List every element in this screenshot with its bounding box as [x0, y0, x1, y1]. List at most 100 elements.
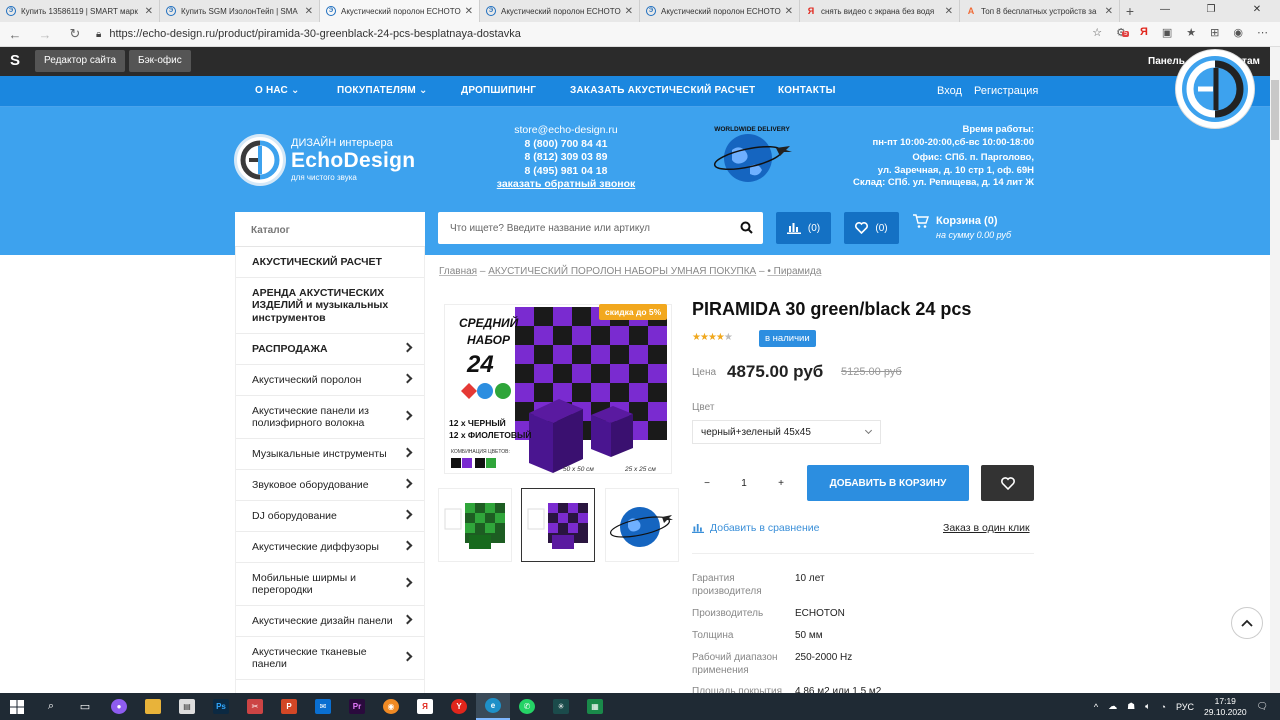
whatsapp-icon[interactable]: ✆: [510, 693, 544, 720]
yandex-icon[interactable]: Я: [408, 693, 442, 720]
app-orange-icon[interactable]: ◉: [374, 693, 408, 720]
qty-input[interactable]: 1: [729, 478, 759, 489]
bookmark-star-icon[interactable]: ☆: [1092, 26, 1102, 39]
extension-icon[interactable]: ⚙ 5: [1116, 26, 1130, 39]
wifi-icon[interactable]: ◔: [1161, 702, 1166, 712]
premiere-icon[interactable]: Pr: [340, 693, 374, 720]
volume-icon[interactable]: 🔈︎: [1145, 701, 1150, 712]
tray-app-icon[interactable]: ☗: [1127, 701, 1135, 712]
product-main-image[interactable]: СРЕДНИЙ НАБОР 24 12 х ЧЕРНЫЙ 12 х ФИОЛЕТ…: [444, 304, 672, 474]
scrollbar-thumb[interactable]: [1271, 80, 1279, 140]
page-scrollbar[interactable]: [1270, 47, 1280, 693]
one-click-order-link[interactable]: Заказ в один клик: [943, 522, 1030, 534]
tray-chevron-icon[interactable]: ^: [1094, 702, 1098, 712]
browser-tab[interactable]: Э Купить 13586119 | SMART марк ✕: [0, 0, 160, 22]
product-thumbnail-purple[interactable]: [521, 488, 595, 562]
browser-tab[interactable]: Э Акустический поролон ECHOTO ✕: [640, 0, 800, 22]
sidebar-item[interactable]: Акустические дизайн панели: [236, 606, 424, 637]
search-icon[interactable]: [740, 221, 753, 234]
breadcrumb-current[interactable]: • Пирамида: [767, 266, 821, 277]
echo-design-logo-icon[interactable]: [234, 134, 286, 186]
restore-icon[interactable]: ❐: [1188, 0, 1234, 22]
qty-plus-button[interactable]: +: [766, 478, 796, 489]
task-view-icon[interactable]: ▭: [68, 693, 102, 720]
breadcrumb-home[interactable]: Главная: [439, 266, 477, 277]
nav-dropshipping[interactable]: ДРОПШИПИНГ: [461, 85, 536, 96]
phone-2[interactable]: 8 (812) 309 03 89: [496, 151, 636, 165]
back-office-button[interactable]: Бэк-офис: [129, 50, 191, 72]
close-tab-icon[interactable]: ✕: [945, 6, 953, 17]
back-icon[interactable]: ←: [0, 27, 30, 42]
browser-tab[interactable]: Яснять видео с экрана без водя ✕: [800, 0, 960, 22]
yandex-extension-icon[interactable]: Я: [1140, 26, 1148, 39]
sidebar-item[interactable]: АКУСТИЧЕСКИЙ РАСЧЕТ: [236, 247, 424, 278]
powerpoint-icon[interactable]: P: [272, 693, 306, 720]
clock[interactable]: 17:19 29.10.2020: [1204, 696, 1247, 718]
sidebar-item[interactable]: Звуковое оборудование: [236, 470, 424, 501]
browser-tab[interactable]: Э Акустический поролон ECHOTO ✕: [480, 0, 640, 22]
browser-tab[interactable]: A Топ 8 бесплатных устройств за ✕: [960, 0, 1120, 22]
color-select[interactable]: черный+зеленый 45х45: [692, 420, 881, 444]
reload-icon[interactable]: ↻: [60, 26, 90, 42]
site-builder-logo-icon[interactable]: S: [6, 52, 24, 71]
register-link[interactable]: Регистрация: [974, 85, 1038, 97]
app-green-icon[interactable]: ▦: [578, 693, 612, 720]
search-icon[interactable]: ⌕: [34, 693, 68, 720]
file-explorer-icon[interactable]: [136, 693, 170, 720]
search-input[interactable]: [450, 212, 730, 244]
phone-1[interactable]: 8 (800) 700 84 41: [496, 138, 636, 152]
close-tab-icon[interactable]: ✕: [785, 6, 793, 17]
sidebar-item[interactable]: Акустический поролон: [236, 365, 424, 396]
sidebar-item[interactable]: РАСПРОДАЖА: [236, 334, 424, 365]
sidebar-item[interactable]: Мобильные ширмы и перегородки: [236, 563, 424, 606]
sidebar-item[interactable]: Музыкальные инструменты: [236, 439, 424, 470]
add-to-cart-button[interactable]: ДОБАВИТЬ В КОРЗИНУ: [807, 465, 969, 501]
product-thumbnail-green[interactable]: [438, 488, 512, 562]
app-icon[interactable]: ✂: [238, 693, 272, 720]
sidebar-item[interactable]: АРЕНДА АКУСТИЧЕСКИХ ИЗДЕЛИЙ и музыкальны…: [236, 278, 424, 334]
close-window-icon[interactable]: ✕: [1234, 0, 1280, 22]
sidebar-item[interactable]: DJ оборудование: [236, 501, 424, 532]
profile-icon[interactable]: ◉: [1233, 26, 1243, 39]
phone-3[interactable]: 8 (495) 981 04 18: [496, 165, 636, 179]
cart-link[interactable]: Корзина (0): [936, 215, 998, 227]
language-indicator[interactable]: РУС: [1176, 702, 1194, 712]
nav-acoustic-calc[interactable]: ЗАКАЗАТЬ АКУСТИЧЕСКИЙ РАСЧЕТ: [570, 85, 755, 96]
more-icon[interactable]: ⋯: [1257, 26, 1268, 39]
puzzle-icon[interactable]: ▣: [1162, 26, 1172, 39]
close-tab-icon[interactable]: ✕: [465, 6, 473, 17]
photoshop-icon[interactable]: Ps: [204, 693, 238, 720]
logo-name[interactable]: EchoDesign: [291, 149, 415, 173]
nav-buyers[interactable]: ПОКУПАТЕЛЯМ ⌄: [337, 85, 428, 96]
compare-button[interactable]: (0): [776, 212, 831, 244]
close-tab-icon[interactable]: ✕: [625, 6, 633, 17]
close-tab-icon[interactable]: ✕: [1105, 6, 1113, 17]
breadcrumb-category[interactable]: АКУСТИЧЕСКИЙ ПОРОЛОН НАБОРЫ УМНАЯ ПОКУПК…: [488, 266, 756, 277]
browser-tab[interactable]: Э Акустический поролон ECHOTO ✕: [320, 0, 480, 22]
collections-icon[interactable]: ⊞: [1210, 26, 1219, 39]
favorites-icon[interactable]: ★: [1186, 26, 1196, 39]
minimize-icon[interactable]: —: [1142, 0, 1188, 22]
rating-stars[interactable]: ★★★★★: [692, 332, 733, 343]
sidebar-item[interactable]: Акустические тканевые панели: [236, 637, 424, 680]
add-to-compare-link[interactable]: Добавить в сравнение: [692, 522, 819, 534]
nav-contacts[interactable]: КОНТАКТЫ: [778, 85, 836, 96]
app-teal-icon[interactable]: ✳: [544, 693, 578, 720]
browser-tab[interactable]: Э Купить SGM ИзолонТейп | SMA ✕: [160, 0, 320, 22]
scroll-to-top-button[interactable]: [1231, 607, 1263, 639]
yandex-browser-icon[interactable]: Y: [442, 693, 476, 720]
sidebar-item[interactable]: Акустические диффузоры: [236, 532, 424, 563]
mail-icon[interactable]: ✉: [306, 693, 340, 720]
store-icon[interactable]: ▤: [170, 693, 204, 720]
url-field[interactable]: https://echo-design.ru/product/piramida-…: [109, 28, 1009, 40]
email-link[interactable]: store@echo-design.ru: [496, 124, 636, 138]
windows-start-icon[interactable]: [0, 693, 34, 720]
product-thumbnail-globe[interactable]: [605, 488, 679, 562]
tray-network-icon[interactable]: ☁: [1108, 701, 1117, 712]
cart-icon[interactable]: [912, 214, 929, 229]
catalog-header[interactable]: Каталог: [235, 212, 425, 247]
sidebar-item[interactable]: Акустические панели из полиэфирного воло…: [236, 396, 424, 439]
forward-icon[interactable]: →: [30, 27, 60, 42]
close-tab-icon[interactable]: ✕: [145, 6, 153, 17]
cortana-icon[interactable]: ●: [102, 693, 136, 720]
